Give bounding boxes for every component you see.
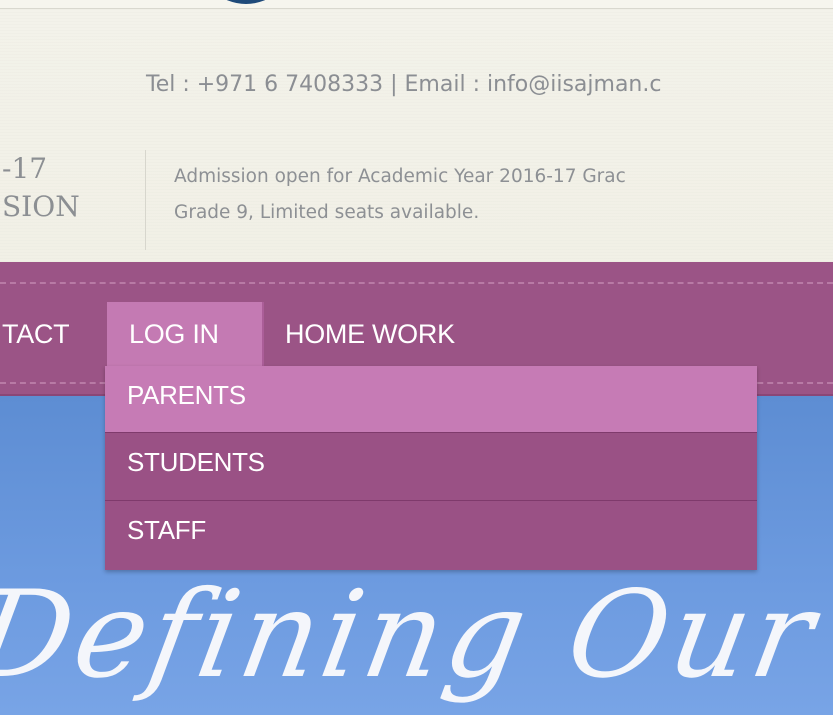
dropdown-item-staff[interactable]: STAFF [105, 500, 757, 570]
header-divider [145, 150, 146, 250]
session-label-text: SION [2, 190, 80, 223]
login-dropdown-menu: PARENTS STUDENTS STAFF [105, 366, 757, 570]
admission-notice-line-1[interactable]: Admission open for Academic Year 2016-17… [174, 164, 626, 190]
nav-stitch-top [0, 282, 833, 284]
dropdown-item-parents[interactable]: PARENTS [105, 366, 757, 432]
hero-tagline: Defining Our F [0, 566, 833, 705]
session-year-text: -17 [2, 152, 48, 185]
nav-item-contact[interactable]: TACT [2, 302, 70, 366]
nav-item-login[interactable]: LOG IN [107, 302, 264, 366]
top-rule [0, 0, 833, 9]
nav-item-homework[interactable]: HOME WORK [285, 302, 455, 366]
dropdown-item-students[interactable]: STUDENTS [105, 432, 757, 500]
contact-info: Tel : +971 6 7408333 | Email : info@iisa… [146, 72, 662, 97]
admission-notice-line-2[interactable]: Grade 9, Limited seats available. [174, 200, 479, 226]
